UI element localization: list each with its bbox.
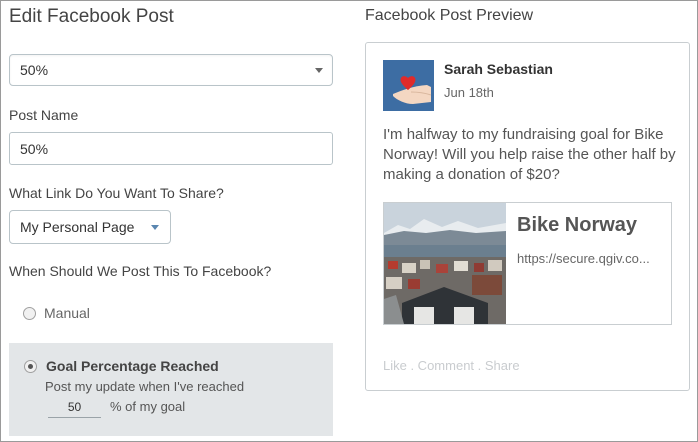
- link-title: Bike Norway: [517, 214, 638, 236]
- edit-panel-title: Edit Facebook Post: [9, 6, 174, 27]
- radio-manual-label: Manual: [44, 305, 90, 321]
- post-actions: Like . Comment . Share: [383, 358, 520, 373]
- goal-description: Post my update when I've reached: [45, 379, 245, 394]
- preview-title: Facebook Post Preview: [365, 7, 534, 24]
- heart-in-hand-icon: [383, 60, 434, 111]
- goal-percentage-value: 50: [67, 400, 82, 414]
- post-message: I'm halfway to my fundraising goal for B…: [383, 126, 676, 183]
- goal-suffix: % of my goal: [110, 399, 186, 414]
- facebook-post-card: Sarah Sebastian Jun 18th I'm halfway to …: [365, 42, 690, 391]
- link-select-value: My Personal Page: [20, 219, 135, 235]
- link-preview-card[interactable]: Bike Norway https://secure.qgiv.co...: [383, 202, 672, 325]
- post-name-value: 50%: [20, 141, 49, 157]
- link-label: What Link Do You Want To Share?: [9, 185, 224, 201]
- post-name-label: Post Name: [9, 107, 79, 123]
- link-url: https://secure.qgiv.co...: [517, 251, 650, 266]
- post-select-value: 50%: [20, 62, 49, 78]
- when-label: When Should We Post This To Facebook?: [9, 263, 272, 279]
- radio-goal-label: Goal Percentage Reached: [46, 358, 219, 374]
- post-date: Jun 18th: [444, 85, 494, 100]
- post-author: Sarah Sebastian: [444, 61, 553, 77]
- post-select[interactable]: 50%: [9, 54, 333, 86]
- radio-manual-button[interactable]: [23, 307, 36, 320]
- goal-percentage-input[interactable]: 50: [48, 396, 101, 418]
- chevron-down-icon: [151, 225, 159, 230]
- post-name-input[interactable]: 50%: [9, 132, 333, 165]
- link-thumbnail-image: [384, 203, 506, 324]
- chevron-down-icon: [315, 68, 323, 73]
- radio-goal-button[interactable]: [24, 360, 37, 373]
- goal-option-panel[interactable]: Goal Percentage Reached Post my update w…: [9, 343, 333, 436]
- link-select[interactable]: My Personal Page: [9, 210, 171, 244]
